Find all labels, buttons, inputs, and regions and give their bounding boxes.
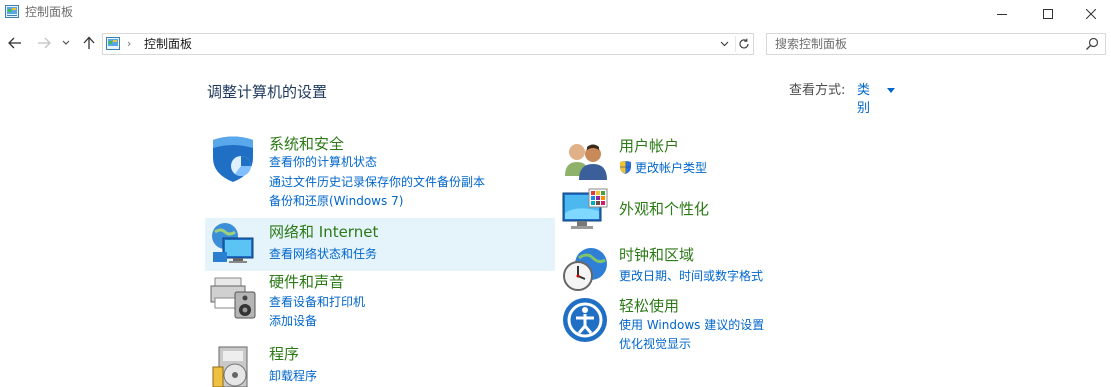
category-title[interactable]: 外观和个性化 — [619, 199, 709, 219]
forward-button[interactable] — [35, 34, 53, 52]
category-title[interactable]: 用户帐户 — [619, 136, 679, 156]
link-view-computer-status[interactable]: 查看你的计算机状态 — [269, 154, 377, 170]
breadcrumb-separator[interactable]: › — [127, 37, 131, 50]
up-arrow-icon — [83, 36, 95, 49]
uac-shield-icon — [620, 161, 631, 174]
category-title[interactable]: 程序 — [269, 344, 299, 364]
category-title[interactable]: 硬件和声音 — [269, 272, 344, 292]
link-change-date-time-format[interactable]: 更改日期、时间或数字格式 — [619, 268, 763, 284]
control-panel-icon — [5, 5, 19, 18]
link-optimize-visual-display[interactable]: 优化视觉显示 — [619, 336, 691, 352]
search-input[interactable]: 搜索控制面板 — [766, 33, 1106, 55]
maximize-button[interactable] — [1025, 0, 1071, 27]
minimize-button[interactable] — [979, 0, 1025, 27]
printer-speaker-icon — [210, 277, 256, 319]
link-file-history-backup[interactable]: 通过文件历史记录保存你的文件备份副本 — [269, 174, 485, 190]
title-bar: 控制面板 — [0, 0, 1111, 27]
address-bar[interactable]: › 控制面板 — [102, 33, 754, 55]
category-title[interactable]: 轻松使用 — [619, 296, 679, 316]
hover-highlight — [205, 218, 555, 271]
chevron-down-icon — [720, 41, 728, 47]
control-panel-icon — [106, 37, 120, 50]
address-dropdown-button[interactable] — [717, 37, 731, 51]
caret-down-icon[interactable] — [887, 88, 895, 93]
page-title: 调整计算机的设置 — [207, 83, 328, 101]
view-by-label: 查看方式: — [789, 83, 846, 98]
minimize-icon — [997, 13, 1007, 15]
refresh-icon — [739, 38, 749, 49]
network-globe-icon — [212, 223, 254, 263]
clock-globe-icon — [563, 248, 607, 291]
navigation-bar: › 控制面板 搜索控制面板 — [0, 28, 1111, 60]
link-devices-printers[interactable]: 查看设备和打印机 — [269, 294, 365, 310]
close-icon — [1086, 8, 1096, 19]
users-icon — [565, 144, 607, 180]
refresh-button[interactable] — [735, 36, 752, 52]
search-placeholder: 搜索控制面板 — [775, 37, 848, 51]
link-uninstall-program[interactable]: 卸载程序 — [269, 368, 317, 384]
programs-disc-icon — [212, 346, 248, 387]
shield-icon — [213, 136, 253, 182]
back-arrow-icon — [8, 37, 21, 49]
back-button[interactable] — [6, 34, 24, 52]
view-by-dropdown[interactable]: 类别 — [857, 82, 870, 118]
forward-arrow-icon — [38, 37, 51, 49]
link-windows-suggested-settings[interactable]: 使用 Windows 建议的设置 — [619, 317, 764, 333]
recent-locations-button[interactable] — [60, 34, 72, 52]
breadcrumb-control-panel[interactable]: 控制面板 — [144, 36, 192, 52]
control-panel-window: 控制面板 › 控制面板 搜索控制面板 调整计算机的设置 查看方式: 类别 系统和… — [0, 0, 1111, 387]
chevron-down-icon — [62, 40, 70, 45]
view-by-control: 查看方式: 类别 — [789, 82, 895, 116]
maximize-icon — [1043, 8, 1053, 19]
link-add-device[interactable]: 添加设备 — [269, 313, 317, 329]
category-title[interactable]: 时钟和区域 — [619, 245, 694, 265]
link-network-status[interactable]: 查看网络状态和任务 — [269, 246, 377, 262]
search-icon[interactable] — [1085, 37, 1099, 51]
category-title[interactable]: 网络和 Internet — [269, 222, 378, 242]
up-button[interactable] — [80, 34, 98, 52]
category-title[interactable]: 系统和安全 — [269, 134, 344, 154]
link-backup-restore[interactable]: 备份和还原(Windows 7) — [269, 193, 403, 209]
close-button[interactable] — [1071, 0, 1111, 27]
ease-of-access-icon — [563, 298, 607, 342]
window-title: 控制面板 — [25, 5, 74, 19]
monitor-palette-icon — [562, 188, 608, 229]
link-change-account-type[interactable]: 更改帐户类型 — [635, 160, 707, 176]
